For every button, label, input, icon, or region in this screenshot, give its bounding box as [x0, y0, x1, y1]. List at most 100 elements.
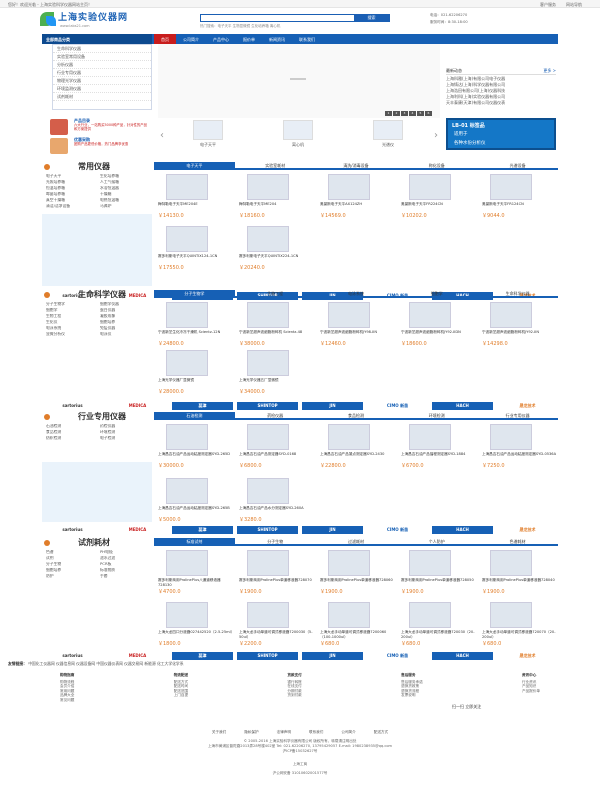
footer-nav-link[interactable]: 关于我们: [212, 730, 226, 735]
brand-logo[interactable]: JIN: [302, 402, 363, 410]
product-card[interactable]: 上海昌吉石油产品馏程测定器SYD-1884 ￥6700.0: [401, 424, 477, 486]
section-tab[interactable]: 色谱耗材: [477, 538, 558, 544]
all-categories-button[interactable]: 全部商品分类: [42, 34, 152, 44]
brand-logo[interactable]: SHINTOP: [237, 402, 298, 410]
section-link[interactable]: 食品检测: [46, 430, 98, 435]
brand-logo[interactable]: MEDICA: [107, 402, 168, 410]
brand-logo[interactable]: MEDICA: [107, 526, 168, 534]
section-link[interactable]: 防护: [46, 574, 98, 579]
brand-logo[interactable]: SHINTOP: [237, 652, 298, 660]
nav-news[interactable]: 新闻资讯: [262, 34, 292, 44]
category-item[interactable]: 生命科学仪器: [53, 45, 151, 53]
brand-logo[interactable]: sartorius: [42, 526, 103, 534]
section-link[interactable]: 试剂: [46, 556, 98, 561]
search-button[interactable]: 搜索: [354, 15, 389, 21]
section-tab[interactable]: 光谱设备: [477, 162, 558, 168]
news-more-link[interactable]: 更多 >: [543, 68, 556, 73]
footer-link[interactable]: 常见问题: [60, 698, 74, 703]
section-link[interactable]: 细胞培养: [46, 568, 98, 573]
section-tab[interactable]: 电子天平: [154, 162, 235, 168]
section-tab[interactable]: 分子生物: [235, 538, 316, 544]
section-link[interactable]: 环境检测: [100, 430, 152, 435]
police-record[interactable]: 沪公网安备 31010602001577号: [0, 771, 600, 776]
nav-contact[interactable]: 联系我们: [292, 34, 322, 44]
section-link[interactable]: 电泳系统: [46, 326, 98, 331]
section-link[interactable]: 生化仪: [46, 320, 98, 325]
section-link[interactable]: 分子生物: [46, 562, 98, 567]
footer-nav-link[interactable]: 配送方式: [374, 730, 388, 735]
footer-link[interactable]: 产品报价单: [522, 689, 540, 694]
customer-service-link[interactable]: 客户服务: [540, 2, 556, 7]
section-link[interactable]: 人工气候箱: [100, 180, 152, 185]
section-link[interactable]: 药检仪器: [100, 424, 152, 429]
hot-keywords[interactable]: 热门搜索：电子天平 生物显微镜 生化培养箱 离心机: [200, 24, 280, 28]
section-tab[interactable]: 生物工程: [235, 290, 316, 296]
brand-logo[interactable]: CIMO 新苗: [367, 402, 428, 410]
section-link[interactable]: 免疫仪器: [100, 326, 152, 331]
banner-page[interactable]: 5: [417, 111, 424, 116]
section-link[interactable]: 电热恒温箱: [100, 198, 152, 203]
news-item[interactable]: 天丰泰康(天津)有限公司仪器仪表: [446, 99, 556, 105]
brand-logo[interactable]: HACH: [432, 652, 493, 660]
section-link[interactable]: 电泳仪: [100, 332, 152, 337]
section-tab[interactable]: 过滤耗材: [316, 538, 397, 544]
product-card[interactable]: 上海昌吉石油产品测定器SYD-0168 ￥6800.0: [239, 424, 315, 486]
main-banner[interactable]: 1 2 3 4 5 6: [158, 44, 440, 118]
section-link[interactable]: 蛋白仪器: [100, 308, 152, 313]
footer-link[interactable]: 上门自提: [174, 693, 188, 698]
section-link[interactable]: 电子检测: [100, 436, 152, 441]
section-tab[interactable]: 细胞学: [396, 290, 477, 296]
category-item[interactable]: 分析仪器: [53, 61, 151, 69]
section-link[interactable]: 光照培养箱: [46, 180, 98, 185]
footer-nav-link[interactable]: 隐私保护: [244, 730, 258, 735]
brand-logo[interactable]: 晟龙技术: [497, 526, 558, 534]
banner-page[interactable]: 6: [425, 111, 432, 116]
section-link[interactable]: 恒温培养箱: [46, 186, 98, 191]
section-link[interactable]: 水浴恒温器: [100, 186, 152, 191]
product-card[interactable]: 宁波新芝超声波细胞粉碎机JY92-IIN ￥14298.0: [482, 302, 558, 364]
section-tab[interactable]: 个人防护: [396, 538, 477, 544]
footer-nav-link[interactable]: 法律声明: [277, 730, 291, 735]
section-link[interactable]: PCR板: [100, 562, 152, 567]
product-card[interactable]: 宁波新芝超声波细胞粉碎机JY92-IIDN ￥18600.0: [401, 302, 477, 364]
site-map-link[interactable]: 网站导航: [566, 2, 582, 7]
banner-page[interactable]: 1: [385, 111, 392, 116]
section-link[interactable]: 电子天平: [46, 174, 98, 179]
section-link[interactable]: 细胞培养: [100, 320, 152, 325]
category-item[interactable]: 物理光学仪器: [53, 77, 151, 85]
brand-logo[interactable]: SHINTOP: [237, 526, 298, 534]
footer-link[interactable]: 货到付款: [287, 693, 301, 698]
brand-logo[interactable]: JIN: [302, 652, 363, 660]
business-badge[interactable]: 上海工商: [0, 762, 600, 767]
product-card[interactable]: 上海昌吉石油产品运动粘度测定器SYD-0536A ￥7250.0: [482, 424, 558, 486]
brand-logo[interactable]: 蕊津: [172, 402, 233, 410]
footer-nav-link[interactable]: 公司简介: [341, 730, 355, 735]
carousel-next-icon[interactable]: ›: [434, 130, 438, 143]
site-logo[interactable]: 上海实验仪器网 www.labs21.com: [40, 12, 150, 36]
product-card[interactable]: 赛多利斯电子天平QUINTIX124-1CN ￥17550.0: [158, 226, 234, 288]
brand-logo[interactable]: 蕊津: [172, 526, 233, 534]
section-tab[interactable]: 电泳系统: [316, 290, 397, 296]
product-card[interactable]: 上海昌吉石油产品运动粘度测定器SYD-265D ￥30000.0: [158, 424, 234, 486]
icp-number[interactable]: 沪ICP备15032627号: [0, 749, 600, 754]
promo-discount[interactable]: 优惠采购 团购产品更低价格，热门品牌享优惠: [48, 137, 152, 155]
section-link[interactable]: 分子生物学: [46, 302, 98, 307]
section-link[interactable]: 生物工程: [46, 314, 98, 319]
section-link[interactable]: PH电极: [100, 550, 152, 555]
product-card[interactable]: 上海昌吉石油产品凝点测定器SYD-2430 ￥22800.0: [320, 424, 396, 486]
product-card[interactable]: 奥豪斯电子天平AX124ZH ￥14569.0: [320, 174, 396, 236]
brand-logo[interactable]: sartorius: [42, 402, 103, 410]
section-link[interactable]: 凝胶成像: [100, 314, 152, 319]
brand-logo[interactable]: MEDICA: [107, 652, 168, 660]
brand-logo[interactable]: HACH: [432, 526, 493, 534]
section-tab[interactable]: 行业专用仪器: [477, 412, 558, 418]
carousel-item[interactable]: 电子天平: [188, 120, 228, 147]
section-link[interactable]: 清洁/洁净设备: [46, 204, 98, 209]
section-tab[interactable]: 分子生物学: [154, 290, 235, 296]
section-tab[interactable]: 药检仪器: [235, 412, 316, 418]
brand-logo[interactable]: 晟龙技术: [497, 402, 558, 410]
category-item[interactable]: 行业专用仪器: [53, 69, 151, 77]
ad-banner[interactable]: LB-01 标签品 适用于 各种水份分析仪: [446, 118, 556, 150]
section-tab[interactable]: 生命科学仪器: [477, 290, 558, 296]
product-card[interactable]: 赛多利斯电子天平QUINTIX224-1CN ￥20240.0: [239, 226, 315, 288]
